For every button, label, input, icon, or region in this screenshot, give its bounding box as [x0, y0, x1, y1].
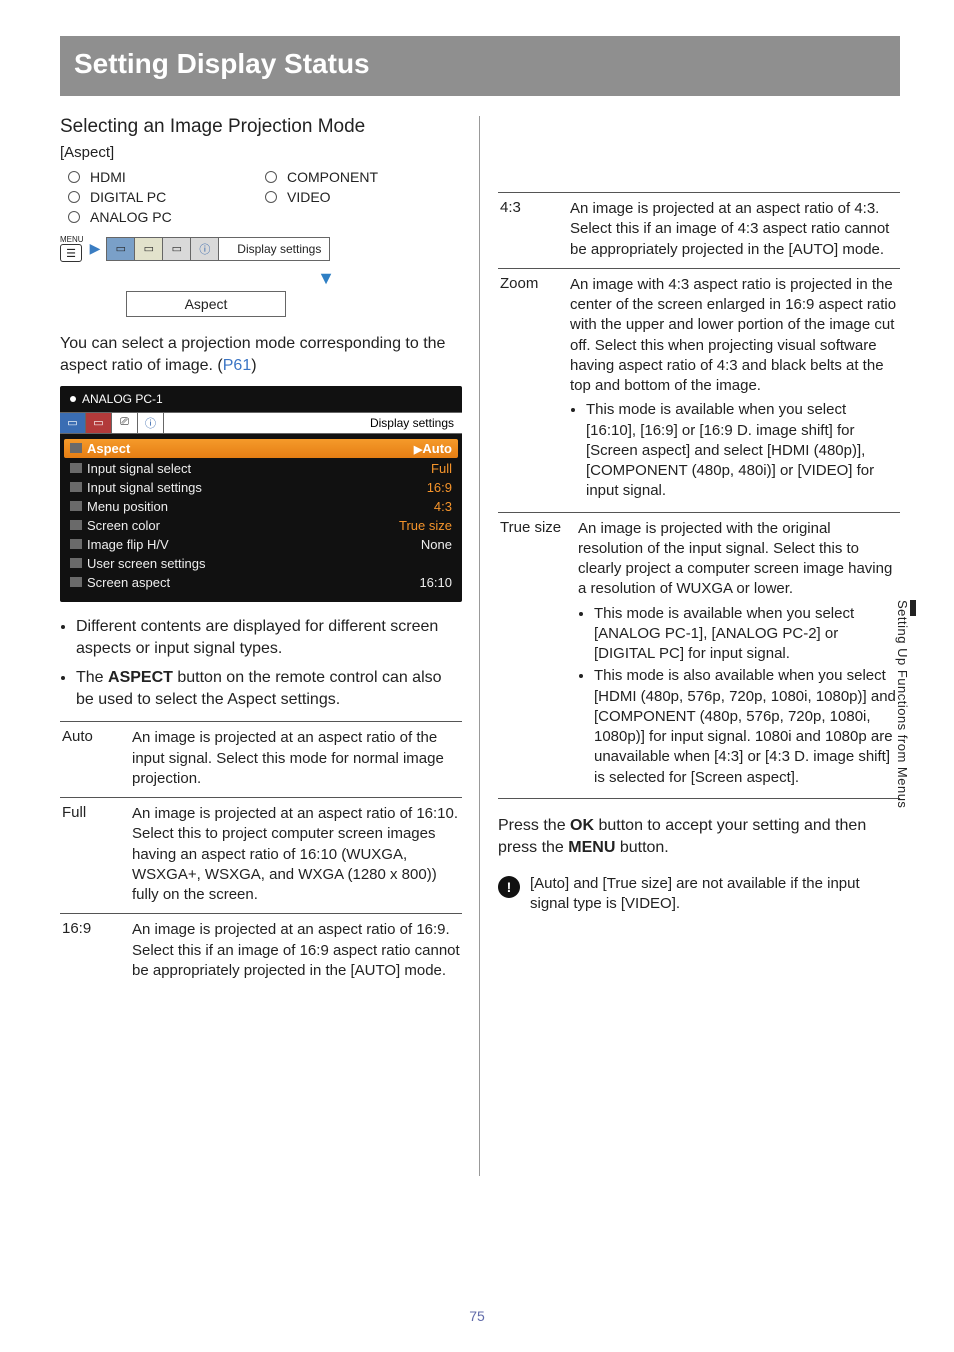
- osd-title: ANALOG PC-1: [60, 386, 462, 412]
- tab-strip: ▭ ▭ ▭ ⓘ Display settings: [106, 237, 330, 261]
- radio-icon: [68, 171, 80, 183]
- row-icon: [70, 443, 82, 453]
- radio-icon: [68, 191, 80, 203]
- tab-icon: ▭: [135, 238, 163, 260]
- row-icon: [70, 463, 82, 473]
- radio-digital-pc: DIGITAL PC: [68, 189, 265, 205]
- intro-paragraph: You can select a projection mode corresp…: [60, 333, 462, 378]
- list-item: This mode is available when you select […: [594, 604, 898, 665]
- aspect-bracket-label: [Aspect]: [60, 144, 462, 161]
- row-icon: [70, 558, 82, 568]
- tab-icon: ⎚: [112, 413, 138, 433]
- info-icon: ⓘ: [138, 413, 164, 433]
- radio-component: COMPONENT: [265, 169, 462, 185]
- list-item: This mode is also available when you sel…: [594, 666, 898, 788]
- osd-row: AspectAuto: [64, 439, 458, 458]
- osd-row: Screen colorTrue size: [70, 516, 452, 535]
- tab-icon: ▭: [107, 238, 135, 260]
- row-icon: [70, 577, 82, 587]
- aspect-box: Aspect: [126, 291, 286, 317]
- arrow-down-icon: ▼: [190, 268, 462, 289]
- page-link[interactable]: P61: [223, 357, 251, 374]
- info-icon: !: [498, 876, 520, 898]
- radio-icon: [68, 211, 80, 223]
- tab-label: Display settings: [219, 238, 329, 260]
- definition-table-left: Auto An image is projected at an aspect …: [60, 721, 462, 989]
- info-icon: ⓘ: [191, 238, 219, 260]
- radio-analog-pc: ANALOG PC: [68, 209, 265, 225]
- radio-video: VIDEO: [265, 189, 462, 205]
- note-box: ! [Auto] and [True size] are not availab…: [498, 874, 900, 915]
- definition-row: Zoom An image with 4:3 aspect ratio is p…: [498, 268, 900, 512]
- osd-row: User screen settings: [70, 554, 452, 573]
- tab-icon: ▭: [163, 238, 191, 260]
- page-title: Setting Display Status: [60, 36, 900, 96]
- note-text: [Auto] and [True size] are not available…: [530, 874, 900, 915]
- section-heading: Selecting an Image Projection Mode: [60, 116, 462, 138]
- list-item: This mode is available when you select […: [586, 400, 898, 501]
- tab-icon: ▭: [86, 413, 112, 433]
- definition-row: Auto An image is projected at an aspect …: [60, 721, 462, 797]
- osd-row: Image flip H/VNone: [70, 535, 452, 554]
- definition-table-right: 4:3 An image is projected at an aspect r…: [498, 192, 900, 799]
- osd-tab-strip: ▭ ▭ ⎚ ⓘ Display settings: [60, 412, 462, 434]
- tab-mark-icon: [910, 600, 916, 616]
- osd-tab-label: Display settings: [164, 416, 462, 430]
- menu-path: MENU ☰ ▶ ▭ ▭ ▭ ⓘ Display settings: [60, 235, 462, 262]
- radio-hdmi: HDMI: [68, 169, 265, 185]
- row-icon: [70, 539, 82, 549]
- radio-icon: [265, 191, 277, 203]
- definition-row: 16:9 An image is projected at an aspect …: [60, 913, 462, 989]
- radio-icon: [265, 171, 277, 183]
- definition-row: Full An image is projected at an aspect …: [60, 797, 462, 913]
- side-tab: Setting Up Functions from Menus: [895, 600, 916, 808]
- input-type-grid: HDMI COMPONENT DIGITAL PC VIDEO ANALOG P…: [68, 169, 462, 225]
- right-column: 4:3 An image is projected at an aspect r…: [498, 116, 900, 989]
- osd-row: Menu position4:3: [70, 497, 452, 516]
- bullet-icon: [70, 396, 76, 402]
- osd-row: Input signal selectFull: [70, 459, 452, 478]
- osd-row: Screen aspect16:10: [70, 573, 452, 592]
- osd-menu: ANALOG PC-1 ▭ ▭ ⎚ ⓘ Display settings Asp…: [60, 386, 462, 602]
- notes-list: Different contents are displayed for dif…: [60, 616, 462, 712]
- tab-icon: ▭: [60, 413, 86, 433]
- list-item: The ASPECT button on the remote control …: [76, 667, 462, 712]
- list-item: Different contents are displayed for dif…: [76, 616, 462, 661]
- press-instruction: Press the OK button to accept your setti…: [498, 815, 900, 860]
- left-column: Selecting an Image Projection Mode [Aspe…: [60, 116, 462, 989]
- osd-row: Input signal settings16:9: [70, 478, 452, 497]
- page-number: 75: [0, 1308, 954, 1324]
- definition-row: 4:3 An image is projected at an aspect r…: [498, 192, 900, 268]
- row-icon: [70, 501, 82, 511]
- row-icon: [70, 520, 82, 530]
- definition-row: True size An image is projected with the…: [498, 512, 900, 799]
- chevron-right-icon: ▶: [90, 240, 101, 257]
- menu-button-icon: MENU ☰: [60, 235, 84, 262]
- row-icon: [70, 482, 82, 492]
